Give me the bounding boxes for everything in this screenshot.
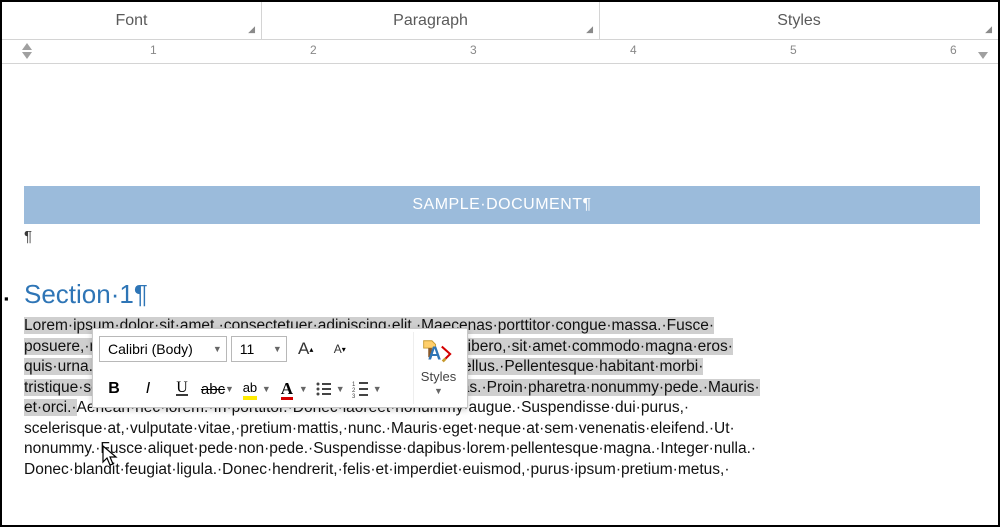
ruler[interactable]: 1 2 3 4 5 6 bbox=[2, 40, 998, 64]
chevron-down-icon[interactable]: ▼ bbox=[336, 384, 345, 394]
ribbon-groups: Font ◢ Paragraph ◢ Styles ◢ bbox=[2, 2, 998, 40]
italic-button[interactable]: I bbox=[133, 375, 163, 403]
font-name-value: Calibri (Body) bbox=[108, 341, 193, 357]
font-name-combo[interactable]: Calibri (Body) ▼ bbox=[99, 336, 227, 362]
chevron-down-icon: ▼ bbox=[434, 386, 443, 396]
font-size-value: 11 bbox=[240, 341, 255, 357]
ruler-tick: 5 bbox=[790, 43, 797, 57]
styles-group-label: Styles bbox=[777, 12, 821, 30]
font-dialog-launcher-icon[interactable]: ◢ bbox=[248, 24, 255, 35]
chevron-down-icon[interactable]: ▼ bbox=[299, 384, 308, 394]
body-text-rest[interactable]: Aenean·nec·lorem.·In·porttitor.·Donec·la… bbox=[24, 399, 756, 478]
styles-dialog-launcher-icon[interactable]: ◢ bbox=[985, 24, 992, 35]
chevron-down-icon[interactable]: ▼ bbox=[213, 344, 222, 354]
mini-toolbar: Calibri (Body) ▼ 11 ▼ A▴ A▾ B I U abc▼ a… bbox=[92, 328, 468, 408]
shrink-font-button[interactable]: A▾ bbox=[325, 335, 355, 363]
ruler-tick: 2 bbox=[310, 43, 317, 57]
strikethrough-button[interactable]: abc▼ bbox=[201, 375, 234, 403]
styles-dropdown-button[interactable]: A Styles ▼ bbox=[413, 332, 463, 404]
font-group-label: Font bbox=[115, 12, 147, 30]
document-title-box[interactable]: SAMPLE·DOCUMENT¶ bbox=[24, 186, 980, 224]
svg-text:A: A bbox=[427, 342, 440, 363]
ribbon-group-styles: Styles ◢ bbox=[600, 2, 998, 39]
empty-paragraph[interactable]: ¶ bbox=[24, 228, 980, 245]
ribbon-group-font: Font ◢ bbox=[2, 2, 262, 39]
font-size-combo[interactable]: 11 ▼ bbox=[231, 336, 287, 362]
chevron-down-icon[interactable]: ▼ bbox=[225, 384, 234, 394]
numbering-icon: 123 bbox=[352, 380, 370, 398]
chevron-down-icon[interactable]: ▼ bbox=[262, 384, 271, 394]
underline-button[interactable]: U bbox=[167, 375, 197, 403]
ruler-tick: 6 bbox=[950, 43, 957, 57]
chevron-down-icon[interactable]: ▼ bbox=[373, 384, 382, 394]
bullets-button[interactable]: ▼ bbox=[312, 375, 345, 403]
chevron-down-icon[interactable]: ▼ bbox=[273, 344, 282, 354]
ruler-tick: 1 bbox=[150, 43, 157, 57]
paragraph-dialog-launcher-icon[interactable]: ◢ bbox=[586, 24, 593, 35]
object-anchor-icon: ▪ bbox=[4, 291, 9, 306]
grow-font-button[interactable]: A▴ bbox=[291, 335, 321, 363]
ribbon-group-paragraph: Paragraph ◢ bbox=[262, 2, 600, 39]
paragraph-group-label: Paragraph bbox=[393, 12, 468, 30]
bullets-icon bbox=[315, 380, 333, 398]
ruler-tick: 4 bbox=[630, 43, 637, 57]
bold-button[interactable]: B bbox=[99, 375, 129, 403]
ruler-tick: 3 bbox=[470, 43, 477, 57]
document-canvas[interactable]: SAMPLE·DOCUMENT¶ ¶ Section·1¶ Lorem·ipsu… bbox=[14, 80, 990, 525]
styles-icon: A bbox=[426, 341, 452, 367]
svg-text:3: 3 bbox=[352, 394, 356, 398]
heading-section-1[interactable]: Section·1¶ bbox=[24, 279, 980, 310]
font-color-button[interactable]: A▼ bbox=[275, 375, 308, 403]
numbering-button[interactable]: 123▼ bbox=[349, 375, 382, 403]
highlight-button[interactable]: ab▼ bbox=[238, 375, 271, 403]
styles-dropdown-label: Styles bbox=[421, 369, 456, 384]
